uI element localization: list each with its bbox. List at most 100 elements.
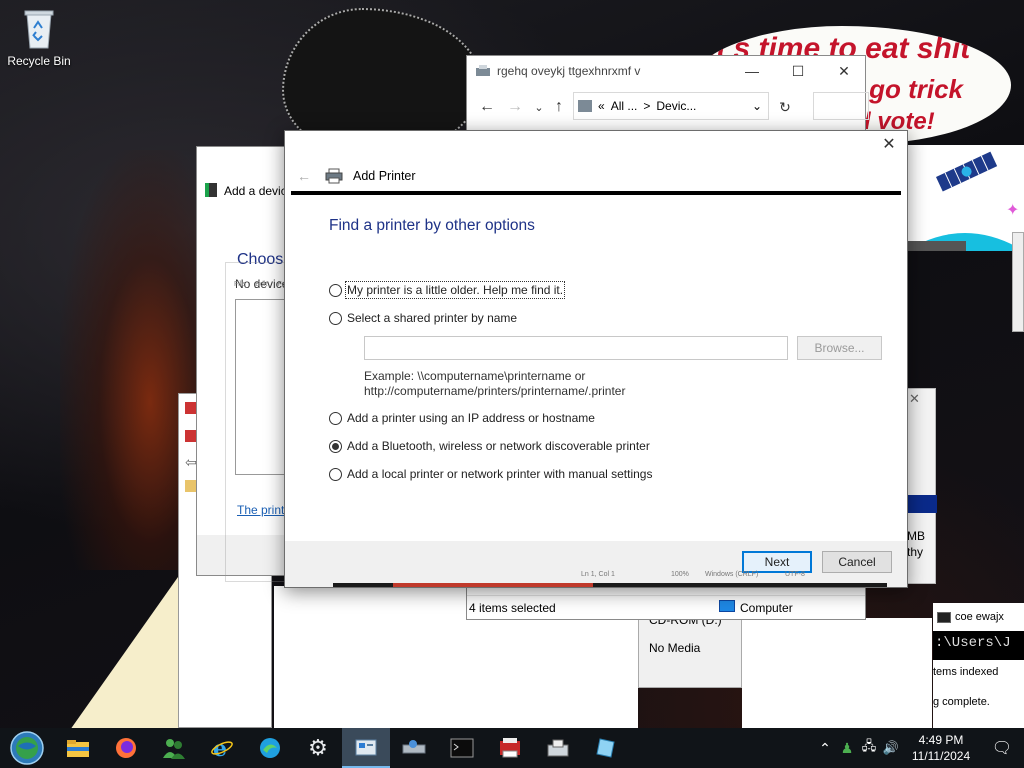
- recycle-bin[interactable]: Recycle Bin: [2, 6, 76, 68]
- taskbar-terminal[interactable]: [438, 728, 486, 768]
- background-window-edge: MB thy ✕: [906, 388, 937, 584]
- satellite-graphic-icon: ✦: [906, 145, 1024, 251]
- close-button[interactable]: ✕: [821, 56, 867, 86]
- taskbar-notepad[interactable]: [582, 728, 630, 768]
- status-location: Computer: [740, 601, 793, 615]
- network-drive-icon: [402, 740, 426, 754]
- dialog-footer: Next Cancel Ln 1, Col 1 100% Windows (CR…: [285, 541, 907, 587]
- radio-ip-address[interactable]: [329, 411, 342, 425]
- next-button[interactable]: Next: [742, 551, 812, 573]
- status-selected: 4 items selected: [469, 600, 556, 615]
- option-ip-address-label: Add a printer using an IP address or hos…: [347, 411, 595, 425]
- option-ip-address[interactable]: Add a printer using an IP address or hos…: [329, 411, 595, 425]
- taskbar-device-manager[interactable]: [534, 728, 582, 768]
- tray-people-icon[interactable]: ♟: [836, 740, 858, 757]
- browse-button[interactable]: Browse...: [797, 336, 882, 360]
- address-icon: [578, 100, 592, 112]
- edge-icon: [260, 738, 280, 758]
- tray-overflow-chevron-icon[interactable]: ⌃: [814, 740, 836, 757]
- radio-bluetooth[interactable]: [329, 439, 342, 453]
- radio-local-printer[interactable]: [329, 467, 342, 481]
- taskbar-control-panel[interactable]: [342, 728, 390, 768]
- computer-icon: [719, 600, 735, 612]
- radio-older-printer[interactable]: [329, 283, 342, 297]
- clock-time: 4:49 PM: [918, 733, 964, 747]
- address-dropdown-icon[interactable]: ⌄: [752, 99, 762, 113]
- printer-not-listed-link[interactable]: The print: [237, 503, 284, 517]
- explorer-title: rgehq oveykj ttgexhnrxmf v: [497, 64, 641, 78]
- refresh-button[interactable]: ↻: [773, 96, 797, 118]
- notification-icon[interactable]: 🗨: [980, 738, 1024, 758]
- cmd-path: :\Users\J: [935, 635, 1011, 651]
- devices-printers-icon: [475, 64, 491, 78]
- taskbar-people[interactable]: [150, 728, 198, 768]
- taskbar-edge[interactable]: [246, 728, 294, 768]
- volume-icon[interactable]: 🔊: [880, 740, 902, 756]
- cancel-button[interactable]: Cancel: [822, 551, 892, 573]
- dialog-bottom-strip: [333, 583, 887, 587]
- back-arrow-icon[interactable]: ⇦: [185, 454, 197, 471]
- dialog-close-button[interactable]: ✕: [869, 129, 909, 159]
- dialog-header: ← Add Printer: [285, 161, 907, 191]
- taskbar-firefox[interactable]: [102, 728, 150, 768]
- device-manager-icon: [547, 739, 569, 757]
- printer-icon: [325, 168, 343, 184]
- add-device-title: Add a devic: [224, 184, 287, 198]
- address-crumb-3[interactable]: Devic...: [656, 99, 696, 113]
- recycle-bin-label: Recycle Bin: [7, 54, 71, 68]
- cmd-icon: [937, 611, 951, 623]
- back-button[interactable]: ←: [475, 96, 499, 118]
- address-crumb-1[interactable]: All ...: [611, 99, 638, 113]
- network-icon[interactable]: 🖧: [858, 737, 880, 759]
- explorer-statusbar: 4 items selected Computer: [467, 595, 865, 619]
- start-button[interactable]: [0, 728, 54, 768]
- clock[interactable]: 4:49 PM 11/11/2024: [902, 732, 980, 764]
- cmd-title: coe ewajx: [955, 611, 1004, 623]
- add-device-icon: [205, 183, 217, 197]
- taskbar-network-drive[interactable]: [390, 728, 438, 768]
- add-printer-dialog[interactable]: ✕ ← Add Printer Find a printer by other …: [284, 130, 908, 588]
- example-line-1: Example: \\computername\printername or: [364, 369, 586, 383]
- size-text-2: thy: [907, 545, 924, 559]
- dialog-back-button[interactable]: ←: [297, 168, 315, 184]
- control-panel-icon: [355, 739, 377, 756]
- complete-text: g complete.: [933, 696, 990, 708]
- taskbar-settings[interactable]: ⚙: [294, 728, 342, 768]
- media-text: No Media: [649, 641, 701, 655]
- search-input[interactable]: [813, 92, 869, 120]
- radio-shared-printer[interactable]: [329, 311, 342, 325]
- taskbar-file-explorer[interactable]: [54, 728, 102, 768]
- close-icon[interactable]: ✕: [909, 391, 920, 407]
- option-local-printer[interactable]: Add a local printer or network printer w…: [329, 467, 652, 481]
- option-shared-printer[interactable]: Select a shared printer by name: [329, 311, 517, 325]
- up-button[interactable]: ↑: [547, 96, 571, 118]
- taskbar-internet-explorer[interactable]: e: [198, 728, 246, 768]
- forward-button[interactable]: →: [503, 96, 527, 118]
- taskbar: e ⚙ ⌃ ♟ 🖧 🔊 4:49 PM 11/11/2024 🗨: [0, 728, 1024, 768]
- gear-icon: ⚙: [308, 735, 328, 760]
- taskbar-printer-app[interactable]: [486, 728, 534, 768]
- background-window-body: [742, 618, 932, 728]
- internet-explorer-icon: e: [211, 736, 233, 760]
- address-bar[interactable]: « All ... > Devic... ⌄: [573, 92, 769, 120]
- explorer-titlebar[interactable]: rgehq oveykj ttgexhnrxmf v — ☐ ✕: [467, 56, 865, 86]
- maximize-button[interactable]: ☐: [775, 56, 821, 86]
- option-bluetooth[interactable]: Add a Bluetooth, wireless or network dis…: [329, 439, 650, 453]
- option-bluetooth-label: Add a Bluetooth, wireless or network dis…: [347, 439, 650, 453]
- ghost-status-zoom: 100%: [671, 571, 689, 578]
- shared-printer-name-input[interactable]: [364, 336, 788, 360]
- option-older-printer-label: My printer is a little older. Help me fi…: [344, 281, 566, 299]
- option-local-printer-label: Add a local printer or network printer w…: [347, 467, 653, 481]
- option-older-printer[interactable]: My printer is a little older. Help me fi…: [329, 281, 566, 299]
- background-window-art: ✦: [906, 145, 1024, 251]
- selection-strip: [907, 495, 937, 513]
- recycle-bin-icon: [24, 10, 54, 49]
- ghost-status-lineending: Windows (CRLF): [705, 571, 759, 578]
- background-window-sliver: [1012, 232, 1024, 332]
- example-line-2: http://computername/printers/printername…: [364, 384, 626, 398]
- example-text: Example: \\computername\printername or h…: [364, 369, 625, 399]
- folder-icon: [67, 740, 89, 757]
- minimize-button[interactable]: —: [729, 56, 775, 86]
- clock-date: 11/11/2024: [911, 749, 971, 763]
- firefox-icon: [116, 738, 136, 758]
